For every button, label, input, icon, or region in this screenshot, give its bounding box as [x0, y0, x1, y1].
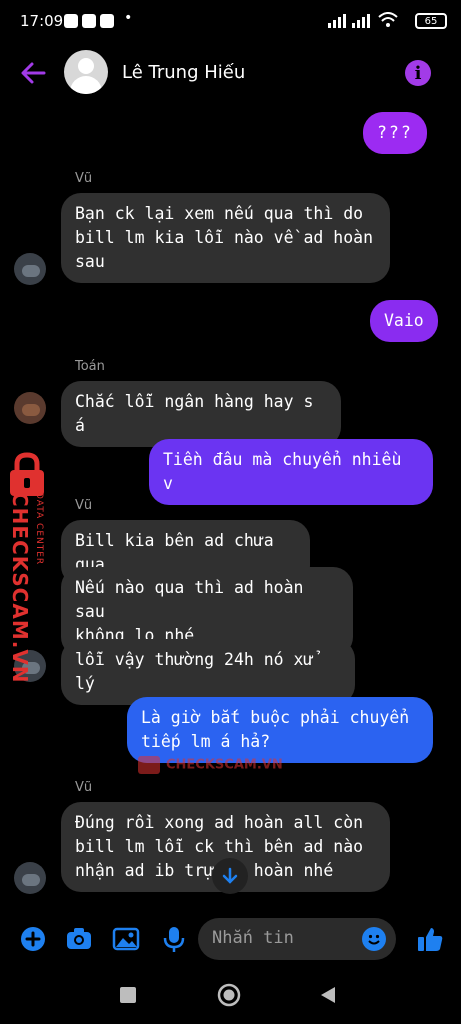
- square-notification-icon: [100, 14, 114, 28]
- image-icon[interactable]: [112, 925, 140, 953]
- watermark-inline: CHECKSCAM.VN: [138, 756, 283, 774]
- status-bar: 17:09 • 65: [0, 0, 461, 44]
- composer-bar: Nhắn tin: [0, 915, 461, 963]
- camera-icon[interactable]: [65, 925, 93, 953]
- navigation-bar: [0, 965, 461, 1024]
- sender-name: Vũ: [75, 171, 93, 186]
- message-input-placeholder: Nhắn tin: [212, 928, 294, 948]
- scroll-down-button[interactable]: [212, 858, 248, 894]
- home-icon[interactable]: [216, 982, 242, 1008]
- message-outgoing[interactable]: ???: [363, 112, 427, 154]
- back-nav-icon[interactable]: [318, 985, 338, 1005]
- watermark: DATA CENTER CHECKSCAM.VN: [4, 452, 48, 684]
- sender-name: Toán: [75, 359, 105, 374]
- contact-name[interactable]: Lê Trung Hiếu: [122, 62, 245, 83]
- plus-icon[interactable]: [19, 925, 47, 953]
- back-arrow-icon[interactable]: [20, 60, 46, 86]
- contact-avatar[interactable]: [64, 50, 108, 94]
- message-incoming[interactable]: Chắc lỗi ngân hàng hay s á: [61, 381, 341, 447]
- sender-avatar[interactable]: [14, 392, 46, 424]
- app-notification-icon: [82, 14, 96, 28]
- signal-icon: [328, 14, 370, 28]
- sender-name: Vũ: [75, 498, 93, 513]
- dot-icon: •: [124, 10, 133, 26]
- info-icon[interactable]: i: [405, 60, 431, 86]
- thumbs-up-icon[interactable]: [416, 925, 444, 953]
- watermark-brand-inline: CHECKSCAM.VN: [166, 757, 283, 773]
- message-outgoing[interactable]: Vaio: [370, 300, 438, 342]
- message-input[interactable]: Nhắn tin: [198, 918, 396, 960]
- microphone-icon[interactable]: [160, 925, 188, 953]
- emoji-icon[interactable]: [362, 927, 386, 951]
- sender-name: Vũ: [75, 780, 93, 795]
- arrow-down-icon: [222, 867, 238, 884]
- recent-apps-icon[interactable]: [120, 987, 136, 1003]
- watermark-brand: CHECKSCAM.VN: [8, 492, 32, 684]
- message-incoming[interactable]: Bạn ck lại xem nếu qua thì do bill lm ki…: [61, 193, 390, 283]
- wifi-icon: [378, 12, 398, 27]
- message-incoming[interactable]: lỗi vậy thường 24h nó xử lý: [61, 639, 355, 705]
- lock-logo-icon: [138, 756, 160, 774]
- messenger-notification-icon: [64, 14, 78, 28]
- battery-icon: 65: [415, 13, 447, 29]
- sender-avatar[interactable]: [14, 253, 46, 285]
- watermark-tagline: DATA CENTER: [34, 492, 44, 566]
- status-time: 17:09: [20, 12, 64, 30]
- message-outgoing[interactable]: Là giờ bắt buộc phải chuyển tiếp lm á hả…: [127, 697, 433, 763]
- sender-avatar[interactable]: [14, 862, 46, 894]
- message-outgoing[interactable]: Tiền đâu mà chuyển nhiều v: [149, 439, 433, 505]
